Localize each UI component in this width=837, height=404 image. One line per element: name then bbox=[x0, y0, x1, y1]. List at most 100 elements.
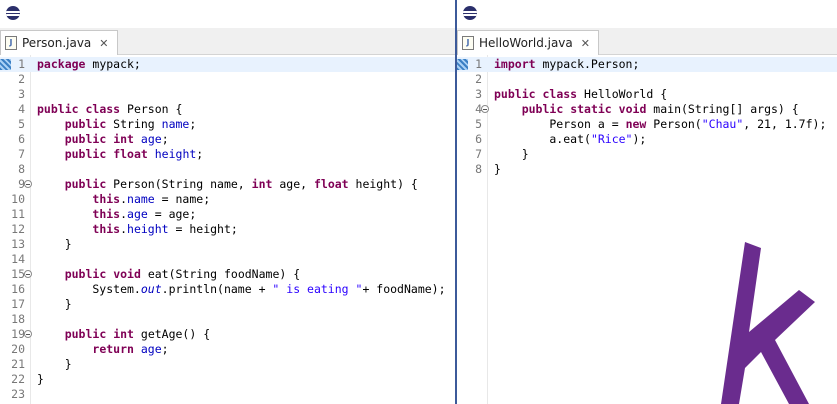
code-line[interactable]: 5 public String name; bbox=[0, 117, 455, 132]
code-token: float bbox=[113, 147, 148, 161]
code-line[interactable]: 22} bbox=[0, 372, 455, 387]
code-text: return age; bbox=[37, 342, 168, 357]
code-token: void bbox=[113, 267, 141, 281]
code-line[interactable]: 13 } bbox=[0, 237, 455, 252]
code-line[interactable]: 17 } bbox=[0, 297, 455, 312]
code-line[interactable]: 20 return age; bbox=[0, 342, 455, 357]
code-line[interactable]: 12 this.height = height; bbox=[0, 222, 455, 237]
code-line[interactable]: 7 } bbox=[457, 147, 837, 162]
code-line[interactable]: 7 public float height; bbox=[0, 147, 455, 162]
fold-toggle-icon[interactable] bbox=[481, 105, 489, 113]
line-number: 5 bbox=[18, 117, 25, 131]
code-token: getAge() { bbox=[133, 327, 211, 341]
code-line[interactable]: 18 bbox=[0, 312, 455, 327]
line-number: 17 bbox=[11, 297, 25, 311]
code-line[interactable]: 6 public int age; bbox=[0, 132, 455, 147]
code-token: . bbox=[120, 192, 128, 206]
close-icon[interactable]: ✕ bbox=[99, 37, 108, 50]
code-token: public bbox=[64, 147, 107, 161]
code-text: public void eat(String foodName) { bbox=[37, 267, 300, 282]
tab-helloworld-java[interactable]: J HelloWorld.java ✕ bbox=[457, 30, 599, 55]
line-number: 21 bbox=[11, 357, 25, 371]
code-text: package mypack; bbox=[37, 57, 141, 72]
code-token: } bbox=[37, 372, 44, 386]
code-token: = age; bbox=[147, 207, 197, 221]
line-number: 6 bbox=[475, 132, 482, 146]
code-token: this bbox=[92, 222, 121, 236]
code-token: this bbox=[92, 207, 121, 221]
code-line[interactable]: 21 } bbox=[0, 357, 455, 372]
code-line[interactable]: 14 bbox=[0, 252, 455, 267]
line-number: 2 bbox=[475, 72, 482, 86]
code-text: a.eat("Rice"); bbox=[494, 132, 646, 147]
code-token: } bbox=[494, 162, 501, 176]
code-text: import mypack.Person; bbox=[494, 57, 639, 72]
code-line[interactable]: 11 this.age = age; bbox=[0, 207, 455, 222]
code-line[interactable]: 5 Person a = new Person("Chau", 21, 1.7f… bbox=[457, 117, 837, 132]
code-token: } bbox=[37, 237, 72, 251]
code-line[interactable]: 19 public int getAge() { bbox=[0, 327, 455, 342]
close-icon[interactable]: ✕ bbox=[581, 37, 590, 50]
code-token: age bbox=[140, 342, 162, 356]
title-bar bbox=[457, 0, 837, 28]
code-line[interactable]: 10 this.name = name; bbox=[0, 192, 455, 207]
code-text: Person a = new Person("Chau", 21, 1.7f); bbox=[494, 117, 826, 132]
code-line[interactable]: 2 bbox=[457, 72, 837, 87]
line-number: 23 bbox=[11, 387, 25, 401]
fold-toggle-icon[interactable] bbox=[24, 270, 32, 278]
code-line[interactable]: 4 public class Person { bbox=[0, 102, 455, 117]
line-number: 8 bbox=[18, 162, 25, 176]
code-token: HelloWorld { bbox=[577, 87, 668, 101]
code-line[interactable]: 3 public class HelloWorld { bbox=[457, 87, 837, 102]
code-line[interactable]: 8 bbox=[0, 162, 455, 177]
code-line[interactable]: 3 bbox=[0, 87, 455, 102]
code-token: } bbox=[37, 357, 72, 371]
code-token: package bbox=[37, 57, 86, 71]
code-line[interactable]: 16 System.out.println(name + " is eating… bbox=[0, 282, 455, 297]
code-line[interactable]: 23 bbox=[0, 387, 455, 402]
code-token: Person( bbox=[646, 117, 702, 131]
code-text: } bbox=[37, 372, 44, 387]
code-text: this.name = name; bbox=[37, 192, 210, 207]
code-token: String bbox=[106, 117, 162, 131]
code-editor-person[interactable]: 1 package mypack; 2 3 4 public class Person {… bbox=[0, 55, 455, 404]
code-token: name bbox=[161, 117, 190, 131]
fold-toggle-icon[interactable] bbox=[24, 180, 32, 188]
code-token: "Chau" bbox=[701, 117, 744, 131]
line-number: 3 bbox=[18, 87, 25, 101]
line-number: 19 bbox=[11, 327, 25, 341]
java-file-icon: J bbox=[462, 36, 474, 50]
code-token: .println(name + bbox=[161, 282, 273, 296]
code-line[interactable]: 2 bbox=[0, 72, 455, 87]
code-token: int bbox=[113, 327, 134, 341]
code-line[interactable]: 9 public Person(String name, int age, fl… bbox=[0, 177, 455, 192]
tab-person-java[interactable]: J Person.java ✕ bbox=[0, 30, 118, 55]
line-number: 10 bbox=[11, 192, 25, 206]
code-line[interactable]: 4 public static void main(String[] args)… bbox=[457, 102, 837, 117]
code-token: ; bbox=[189, 117, 197, 131]
code-line[interactable]: 6 a.eat("Rice"); bbox=[457, 132, 837, 147]
code-line[interactable]: 15 public void eat(String foodName) { bbox=[0, 267, 455, 282]
code-token: . bbox=[120, 207, 128, 221]
code-token: public bbox=[64, 117, 107, 131]
line-number: 7 bbox=[18, 147, 25, 161]
code-line[interactable]: 1 package mypack; bbox=[0, 57, 455, 72]
h-logo-icon bbox=[721, 242, 815, 404]
code-token: age bbox=[140, 132, 162, 146]
code-token: System. bbox=[37, 282, 141, 296]
fold-toggle-icon[interactable] bbox=[24, 330, 32, 338]
code-line[interactable]: 1 import mypack.Person; bbox=[457, 57, 837, 72]
code-text: public String name; bbox=[37, 117, 197, 132]
line-number: 16 bbox=[11, 282, 25, 296]
code-token: } bbox=[37, 297, 72, 311]
code-token: return bbox=[92, 342, 134, 356]
code-text: public Person(String name, int age, floa… bbox=[37, 177, 418, 192]
code-line[interactable]: 8} bbox=[457, 162, 837, 177]
